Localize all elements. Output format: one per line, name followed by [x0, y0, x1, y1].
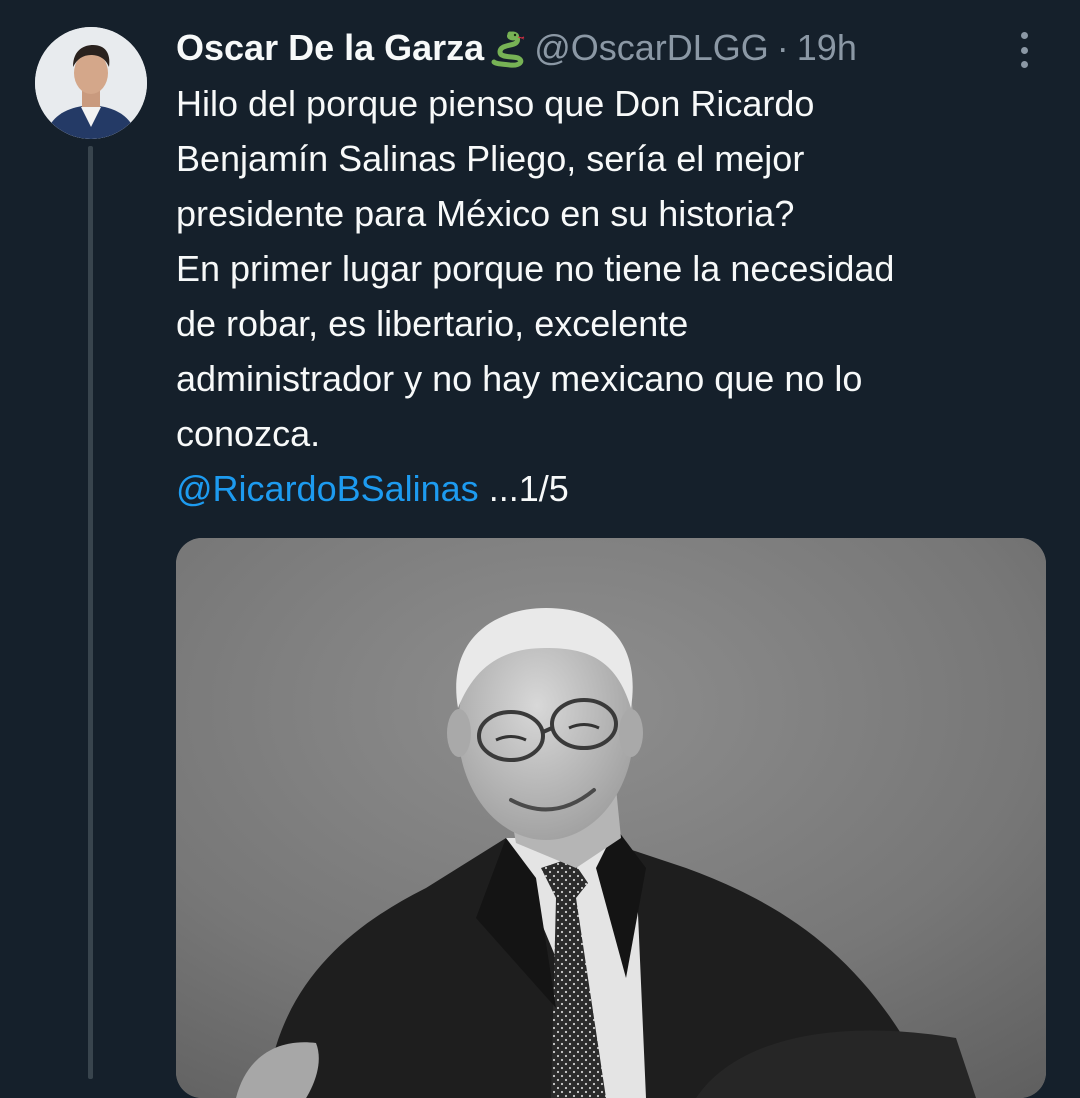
tweet-header: Oscar De la Garza @OscarDLGG · 19h [176, 26, 857, 70]
author-handle[interactable]: @OscarDLGG [534, 26, 769, 70]
snake-icon [488, 28, 528, 68]
thread-counter: ...1/5 [488, 468, 569, 509]
author-display-name[interactable]: Oscar De la Garza [176, 26, 484, 70]
tweet-text: Hilo del porque pienso que Don Ricardo B… [176, 76, 1056, 516]
tweet-text-line: de robar, es libertario, excelente [176, 303, 689, 344]
tweet-text-line: presidente para México en su historia? [176, 193, 795, 234]
tweet-text-line: Benjamín Salinas Pliego, sería el mejor [176, 138, 805, 179]
avatar[interactable] [35, 27, 147, 139]
tweet-text-last-line: @RicardoBSalinas ...1/5 [176, 461, 1056, 516]
mention-link[interactable]: @RicardoBSalinas [176, 468, 479, 509]
tweet-text-line: administrador y no hay mexicano que no l… [176, 358, 863, 399]
thread-connector-line [88, 146, 93, 1079]
tweet-timestamp[interactable]: 19h [797, 26, 857, 70]
tweet-text-line: En primer lugar porque no tiene la neces… [176, 248, 895, 289]
header-separator: · [776, 27, 789, 68]
tweet-text-line: Hilo del porque pienso que Don Ricardo [176, 83, 815, 124]
more-vertical-icon[interactable] [1006, 30, 1042, 70]
tweet-text-line: conozca. [176, 413, 321, 454]
tweet-media-photo[interactable] [176, 538, 1046, 1098]
tweet[interactable]: Oscar De la Garza @OscarDLGG · 19h Hilo … [0, 0, 1080, 1098]
